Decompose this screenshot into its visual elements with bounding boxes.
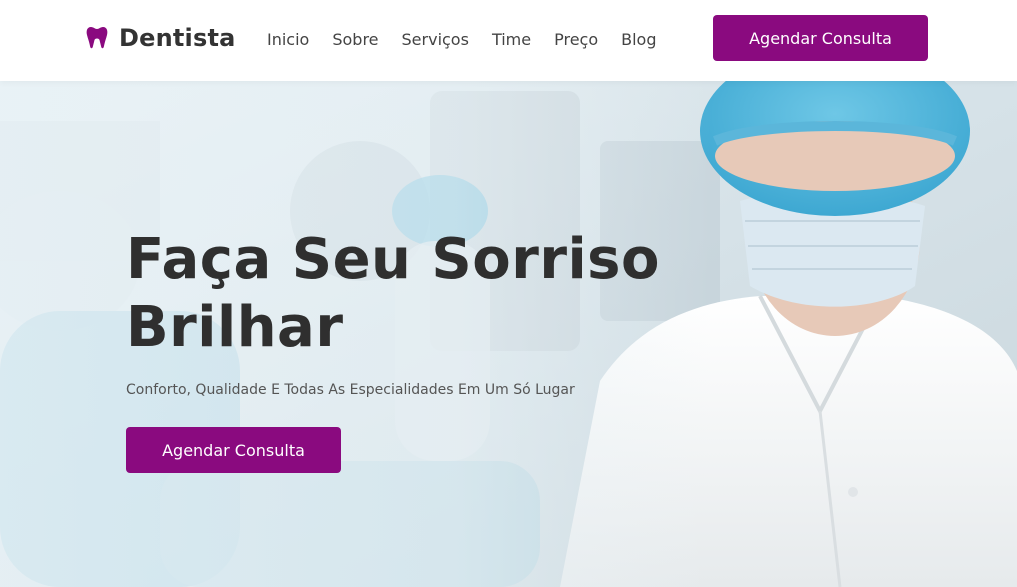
nav-link-preco[interactable]: Preço (554, 30, 598, 49)
brand-name: Dentista (119, 24, 236, 52)
brand-logo[interactable]: Dentista (86, 22, 236, 54)
main-nav: Inicio Sobre Serviços Time Preço Blog (267, 28, 657, 50)
nav-link-blog[interactable]: Blog (621, 30, 656, 49)
hero-title: Faça Seu Sorriso Brilhar (126, 226, 686, 362)
nav-link-inicio[interactable]: Inicio (267, 30, 309, 49)
site-header: Dentista Inicio Sobre Serviços Time Preç… (0, 0, 1017, 81)
hero-title-line2: Brilhar (126, 295, 344, 360)
tooth-icon (86, 27, 108, 49)
nav-link-sobre[interactable]: Sobre (332, 30, 378, 49)
header-book-appointment-button[interactable]: Agendar Consulta (713, 15, 928, 61)
nav-link-servicos[interactable]: Serviços (402, 30, 469, 49)
hero-subtitle: Conforto, Qualidade E Todas As Especiali… (126, 382, 575, 398)
hero-book-appointment-button[interactable]: Agendar Consulta (126, 427, 341, 473)
hero-section: Faça Seu Sorriso Brilhar Conforto, Quali… (0, 81, 1017, 587)
nav-link-time[interactable]: Time (492, 30, 531, 49)
hero-title-line1: Faça Seu Sorriso (126, 227, 660, 292)
